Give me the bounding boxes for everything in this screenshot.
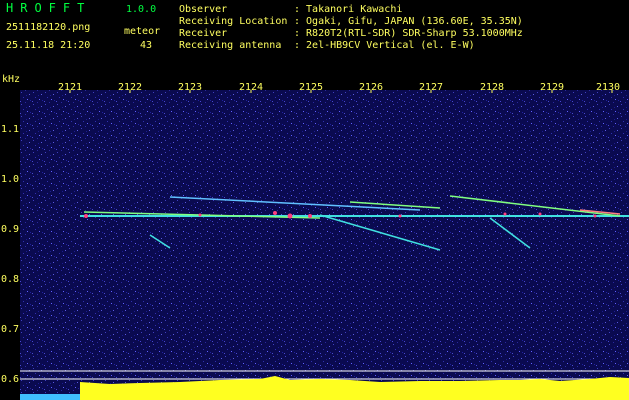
freq-tick: 1.1 [1,124,20,135]
freq-tick: 0.8 [1,274,20,285]
antenna-value: : 2el-HB9CV Vertical (el. E-W) [294,40,475,51]
freq-tick: 0.6 [1,374,20,385]
antenna-label: Receiving antenna [179,40,282,51]
file-name: 2511182120.png [6,22,91,33]
location-label: Receiving Location [179,16,288,27]
level-baseline [20,394,80,400]
location-value: : Ogaki, Gifu, JAPAN (136.60E, 35.35N) [294,16,523,27]
freq-tick: 1.0 [1,174,20,185]
noise-background [20,90,629,400]
app-title: HROFFT [6,1,92,15]
observer-value: : Takanori Kawachi [294,4,403,15]
observer-label: Observer [179,4,228,15]
freq-tick: 0.9 [1,224,20,235]
date-time: 25.11.18 21:20 [6,40,91,51]
meteor-count: 43 [140,40,153,51]
receiver-value: : R820T2(RTL-SDR) SDR-Sharp 53.1000MHz [294,28,523,39]
freq-axis: 1.1 1.0 0.9 0.8 0.7 0.6 [0,90,20,400]
receiver-label: Receiver [179,28,228,39]
header-panel: HROFFT 1.0.0 2511182120.png meteor 25.11… [0,0,629,74]
spectrogram [20,90,629,400]
meteor-label: meteor [124,26,161,37]
freq-tick: 0.7 [1,324,20,335]
app-version: 1.0.0 [126,4,157,15]
